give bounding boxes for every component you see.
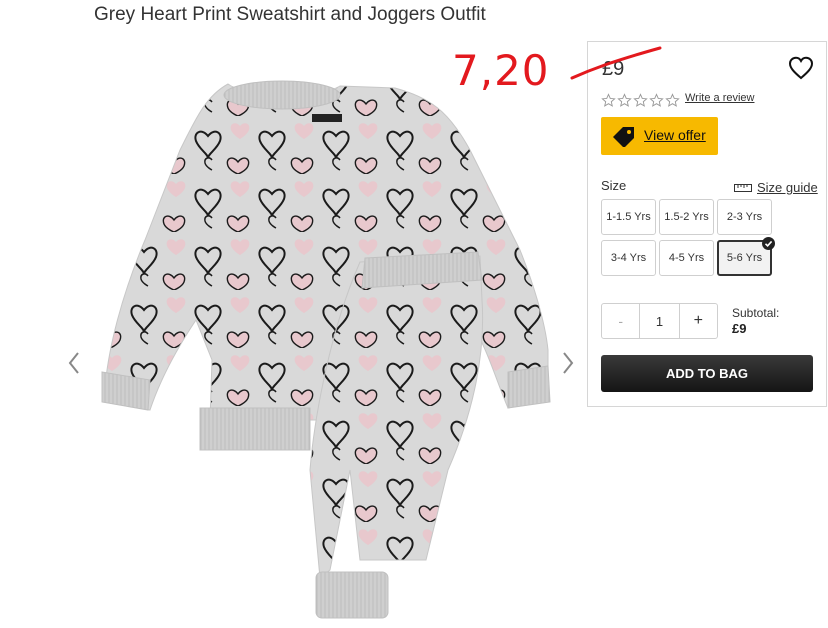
size-option[interactable]: 4-5 Yrs: [659, 240, 714, 276]
price-tag-icon: [613, 127, 634, 147]
star-outline-icon: [601, 93, 616, 107]
chevron-left-icon[interactable]: [64, 350, 84, 376]
page-title: Grey Heart Print Sweatshirt and Joggers …: [94, 4, 486, 25]
view-offer-button[interactable]: View offer: [601, 117, 718, 155]
size-option[interactable]: 1-1.5 Yrs: [601, 199, 656, 235]
size-label: Size: [601, 178, 627, 193]
strikethrough-annotation: [570, 46, 662, 80]
size-option-selected[interactable]: 5-6 Yrs: [717, 237, 775, 276]
star-outline-icon: [617, 93, 632, 107]
size-option-label: 5-6 Yrs: [726, 252, 763, 264]
size-guide-label: Size guide: [757, 180, 818, 195]
check-icon: [762, 237, 775, 250]
rating-stars: [601, 93, 680, 108]
star-outline-icon: [649, 93, 664, 107]
wishlist-heart-icon[interactable]: [788, 56, 814, 80]
handwritten-price-annotation: 7,20: [452, 46, 550, 95]
quantity-increase-button[interactable]: +: [678, 304, 717, 338]
star-outline-icon: [633, 93, 648, 107]
size-guide-link[interactable]: Size guide: [734, 180, 818, 195]
star-outline-icon: [665, 93, 680, 107]
view-offer-label: View offer: [644, 127, 706, 143]
size-option[interactable]: 2-3 Yrs: [717, 199, 772, 235]
subtotal-label: Subtotal:: [732, 306, 780, 320]
quantity-value[interactable]: 1: [640, 304, 678, 338]
product-image: [60, 60, 585, 628]
write-review-link[interactable]: Write a review: [685, 92, 754, 104]
size-option[interactable]: 3-4 Yrs: [601, 240, 656, 276]
quantity-decrease-button[interactable]: -: [602, 304, 641, 338]
ruler-icon: [734, 183, 752, 192]
chevron-right-icon[interactable]: [558, 350, 578, 376]
subtotal-value: £9: [732, 321, 747, 336]
quantity-stepper: - 1 +: [601, 303, 718, 339]
size-option[interactable]: 1.5-2 Yrs: [659, 199, 714, 235]
add-to-bag-button[interactable]: ADD TO BAG: [601, 355, 813, 392]
